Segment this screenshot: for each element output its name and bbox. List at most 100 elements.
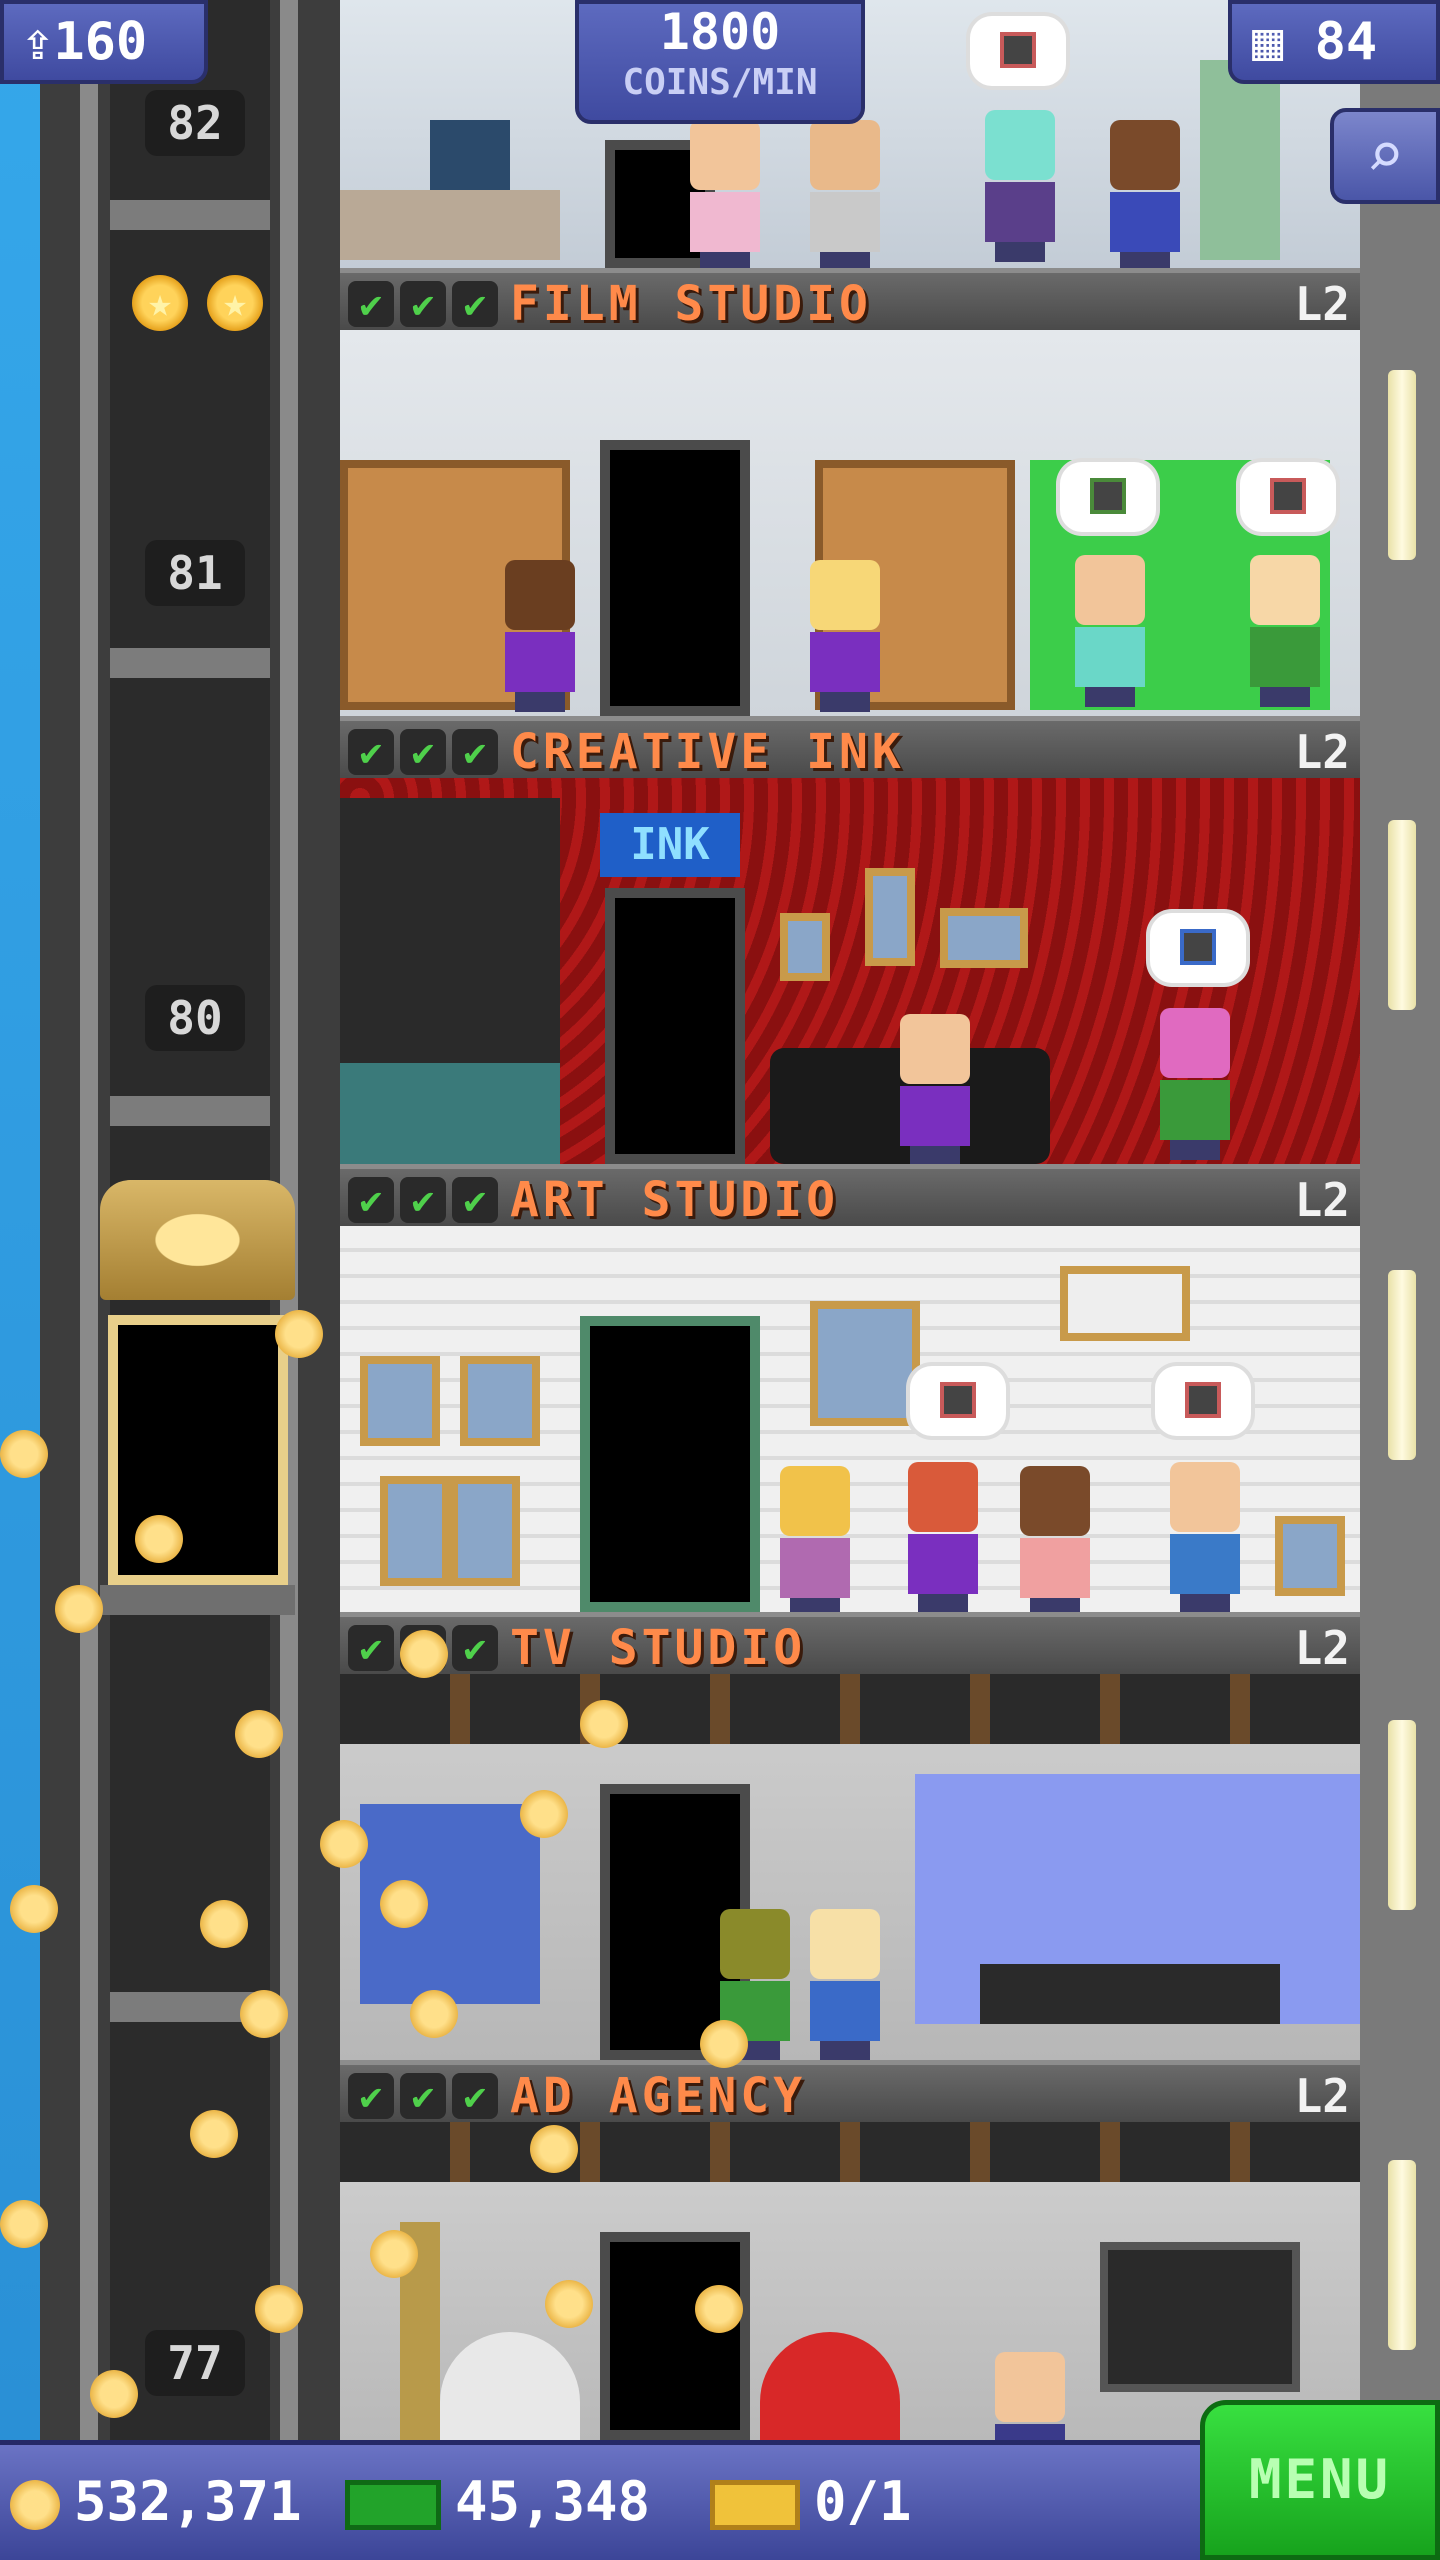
tenant-person[interactable]: [505, 560, 575, 712]
thought-bubble[interactable]: [1155, 1366, 1251, 1436]
checkmark-icon: ✔: [348, 1625, 394, 1671]
coin-icon[interactable]: [530, 2125, 578, 2173]
tenant-person[interactable]: [810, 1909, 880, 2061]
tenant-person[interactable]: [810, 120, 880, 272]
coins-value: 532,371: [74, 2470, 302, 2533]
thought-bubble[interactable]: [1240, 462, 1336, 532]
tenant-person[interactable]: [900, 1014, 970, 1166]
tenant-person[interactable]: [1075, 555, 1145, 707]
checkmark-icon: ✔: [348, 729, 394, 775]
room-interior: [340, 330, 1360, 716]
coin-icon[interactable]: [700, 2020, 748, 2068]
reception-desk: [340, 1063, 560, 1164]
checkmark-icon: ✔: [348, 1177, 394, 1223]
checkmark-icon: ✔: [452, 1625, 498, 1671]
floor-banner[interactable]: ✔ ✔ ✔ AD AGENCY L2: [340, 2060, 1360, 2124]
coin-icon[interactable]: [235, 1710, 283, 1758]
coin-icon[interactable]: [695, 2285, 743, 2333]
floor-ad-agency[interactable]: ✔ ✔ ✔ AD AGENCY L2: [340, 1674, 1360, 2124]
checkmark-icon: ✔: [400, 2073, 446, 2119]
elevator-base: [100, 1585, 295, 1615]
tenant-person[interactable]: [985, 110, 1055, 262]
floor-level: L2: [1294, 277, 1350, 331]
building-right-wall: [1360, 0, 1440, 2440]
building-icon: ▦: [1252, 12, 1284, 72]
thought-bubble[interactable]: [970, 16, 1066, 86]
coin-icon[interactable]: [200, 1900, 248, 1948]
floor-art-studio[interactable]: INK ✔ ✔ ✔ ART STUDIO L2: [340, 778, 1360, 1227]
coin-icon[interactable]: [240, 1990, 288, 2038]
population-counter[interactable]: ⇪160: [0, 0, 208, 84]
egg-chair: [760, 2332, 900, 2440]
coin-rate-value: 1800: [659, 3, 781, 61]
floor-creative-ink[interactable]: ✔ ✔ ✔ CREATIVE INK L2: [340, 330, 1360, 779]
room-interior: [340, 1226, 1360, 1618]
coin-icon[interactable]: [275, 1310, 323, 1358]
coins-stat[interactable]: 532,371: [10, 2469, 302, 2535]
coin-icon[interactable]: [0, 2200, 48, 2248]
floor-name: FILM STUDIO: [510, 276, 872, 332]
coin-rate-panel: 1800 COINS/MIN: [575, 0, 865, 124]
tenant-person[interactable]: [1170, 1462, 1240, 1614]
coin-icon[interactable]: [135, 1515, 183, 1563]
coin-icon[interactable]: [55, 1585, 103, 1633]
checkmark-icon: ✔: [400, 1177, 446, 1223]
thought-bubble[interactable]: [1150, 913, 1246, 983]
floor-banner[interactable]: ✔ ✔ ✔ FILM STUDIO L2: [340, 268, 1360, 332]
tenant-person[interactable]: [908, 1462, 978, 1614]
tenant-person[interactable]: [1110, 120, 1180, 272]
elevator-car[interactable]: [100, 1180, 295, 1620]
floor-count-counter[interactable]: ▦ 84: [1228, 0, 1440, 84]
coin-icon[interactable]: [545, 2280, 593, 2328]
coin-icon[interactable]: [255, 2285, 303, 2333]
coin-icon[interactable]: [10, 1885, 58, 1933]
elevator-floor-number: 82: [145, 90, 245, 156]
floor-tv-studio[interactable]: ✔ ✔ ✔ TV STUDIO L2: [340, 1226, 1360, 1675]
floor-banner[interactable]: ✔ ✔ ✔ CREATIVE INK L2: [340, 716, 1360, 779]
wall-frame: [865, 868, 915, 966]
checkmark-icon: ✔: [452, 729, 498, 775]
search-button[interactable]: ⌕: [1330, 108, 1440, 204]
coin-icon[interactable]: [380, 1880, 428, 1928]
tenant-person[interactable]: [690, 120, 760, 272]
coin-icon[interactable]: [0, 1430, 48, 1478]
coin-icon[interactable]: [190, 2110, 238, 2158]
tv-set-desk: [980, 1964, 1280, 2024]
coin-icon: [10, 2480, 60, 2531]
wall-frame: [360, 1356, 440, 1446]
tenant-person[interactable]: [1020, 1466, 1090, 1618]
star-icon: ★: [207, 275, 263, 331]
tickets-stat[interactable]: 0/1: [710, 2469, 912, 2535]
monitor-icon: [430, 120, 510, 190]
bux-stat[interactable]: 45,348: [345, 2469, 650, 2535]
checkmark-icon: ✔: [452, 1177, 498, 1223]
coin-rate-unit: COINS/MIN: [622, 62, 818, 103]
ceiling-rig: [340, 1674, 1360, 1744]
thought-bubble[interactable]: [910, 1366, 1006, 1436]
elevator-crown-icon: [100, 1180, 295, 1300]
floor-level: L2: [1294, 2069, 1350, 2123]
floor-banner[interactable]: ✔ ✔ ✔ TV STUDIO L2: [340, 1612, 1360, 1675]
coin-icon[interactable]: [90, 2370, 138, 2418]
tower-bux-icon: [345, 2480, 441, 2531]
coin-icon[interactable]: [320, 1820, 368, 1868]
magnifier-icon: ⌕: [1365, 119, 1405, 193]
floor-banner[interactable]: ✔ ✔ ✔ ART STUDIO L2: [340, 1164, 1360, 1227]
coin-icon[interactable]: [520, 1790, 568, 1838]
tenant-person[interactable]: [1250, 555, 1320, 707]
checkmark-icon: ✔: [348, 281, 394, 327]
tenant-person[interactable]: [780, 1466, 850, 1618]
coin-icon[interactable]: [580, 1700, 628, 1748]
coin-icon[interactable]: [400, 1630, 448, 1678]
thought-bubble[interactable]: [1060, 462, 1156, 532]
coin-icon[interactable]: [410, 1990, 458, 2038]
menu-button[interactable]: MENU: [1200, 2400, 1440, 2560]
floor-name: AD AGENCY: [510, 2068, 807, 2124]
room-interior: [340, 1674, 1360, 2061]
room-door: [580, 1316, 760, 1612]
floor-partial-bottom[interactable]: [340, 2122, 1360, 2504]
coin-icon[interactable]: [370, 2230, 418, 2278]
tenant-person[interactable]: [810, 560, 880, 712]
checkmark-icon: ✔: [452, 2073, 498, 2119]
tenant-person[interactable]: [1160, 1008, 1230, 1160]
